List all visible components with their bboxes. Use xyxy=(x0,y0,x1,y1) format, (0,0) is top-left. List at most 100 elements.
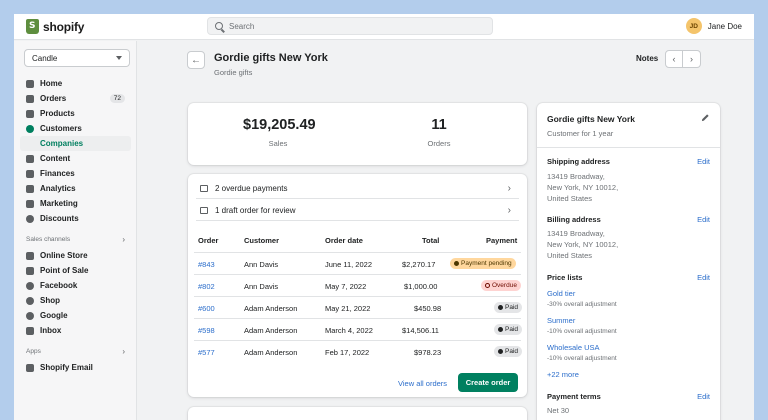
main-nav: Home Orders 72 Products Customers Compani… xyxy=(20,76,131,375)
chevron-right-icon: › xyxy=(507,183,511,194)
sidebar-item-label: Shopify Email xyxy=(40,363,93,372)
customer-name: Adam Anderson xyxy=(244,326,298,335)
sidebar-item-label: Online Store xyxy=(40,251,88,260)
table-row[interactable]: #600 Adam Anderson May 21, 2022 $450.98 … xyxy=(194,296,523,318)
more-price-lists-link[interactable]: +22 more xyxy=(547,370,579,379)
sidebar-item-companies[interactable]: Companies xyxy=(20,136,131,151)
price-list-wholesale-usa[interactable]: Wholesale USA xyxy=(547,343,600,352)
notes-button[interactable]: Notes xyxy=(636,54,658,63)
billing-address-title: Billing address xyxy=(547,215,601,224)
overdue-payments-alert[interactable]: 2 overdue payments › xyxy=(196,179,519,199)
sidebar-item-google[interactable]: Google xyxy=(20,308,131,323)
google-icon xyxy=(26,311,34,320)
sidebar-item-label: Content xyxy=(40,154,71,163)
sidebar-item-orders[interactable]: Orders 72 xyxy=(20,91,131,106)
orders-card: 2 overdue payments › 1 draft order for r… xyxy=(188,174,527,397)
sidebar-item-shop[interactable]: Shop xyxy=(20,293,131,308)
price-list-adjustment: -30% overall adjustment xyxy=(547,301,617,308)
draft-order-alert[interactable]: 1 draft order for review › xyxy=(196,201,519,221)
status-dot-icon xyxy=(485,283,490,288)
create-order-button[interactable]: Create order xyxy=(458,373,518,392)
orders-count-badge: 72 xyxy=(109,94,125,103)
sidebar-item-label: Point of Sale xyxy=(40,266,89,275)
sidebar-item-facebook[interactable]: Facebook xyxy=(20,278,131,293)
shopify-bag-icon xyxy=(26,19,39,34)
pencil-icon[interactable] xyxy=(701,113,710,122)
sidebar-item-marketing[interactable]: Marketing xyxy=(20,196,131,211)
status-dot-icon xyxy=(498,305,503,310)
sidebar: Candle Home Orders 72 Products Customers … xyxy=(14,41,137,420)
order-number-link[interactable]: #577 xyxy=(198,348,215,357)
sidebar-item-customers[interactable]: Customers xyxy=(20,121,131,136)
sidebar-item-label: Facebook xyxy=(40,281,78,290)
edit-price-lists-link[interactable]: Edit xyxy=(697,273,710,282)
sidebar-item-inbox[interactable]: Inbox xyxy=(20,323,131,338)
sidebar-item-discounts[interactable]: Discounts xyxy=(20,211,131,226)
price-list-gold-tier[interactable]: Gold tier xyxy=(547,289,575,298)
stats-card: $19,205.49 Sales 11 Orders xyxy=(188,103,527,165)
sidebar-item-label: Discounts xyxy=(40,214,79,223)
table-row[interactable]: #577 Adam Anderson Feb 17, 2022 $978.23 … xyxy=(194,340,523,362)
chevron-left-icon: ‹ xyxy=(672,54,676,64)
order-number-link[interactable]: #802 xyxy=(198,282,215,291)
shop-icon xyxy=(26,296,34,305)
sidebar-item-label: Analytics xyxy=(40,184,76,193)
status-text: Overdue xyxy=(492,282,517,289)
sidebar-item-finances[interactable]: Finances xyxy=(20,166,131,181)
order-total: $2,270.17 xyxy=(402,260,436,269)
view-all-orders-link[interactable]: View all orders xyxy=(398,379,447,388)
edit-billing-link[interactable]: Edit xyxy=(697,215,710,224)
store-selector[interactable]: Candle xyxy=(24,49,130,67)
order-number-link[interactable]: #843 xyxy=(198,260,215,269)
payment-terms-value: Net 30 xyxy=(547,406,570,415)
edit-payment-terms-link[interactable]: Edit xyxy=(697,392,710,401)
chevron-right-icon: › xyxy=(507,205,511,216)
sidebar-item-shopify-email[interactable]: Shopify Email xyxy=(20,360,131,375)
sidebar-item-label: Inbox xyxy=(40,326,62,335)
finances-icon xyxy=(26,169,34,178)
sales-channels-header[interactable]: Sales channels › xyxy=(20,230,131,248)
sidebar-item-online-store[interactable]: Online Store xyxy=(20,248,131,263)
order-number-link[interactable]: #598 xyxy=(198,326,215,335)
price-lists-title: Price lists xyxy=(547,273,583,282)
table-row[interactable]: #598 Adam Anderson March 4, 2022 $14,506… xyxy=(194,318,523,340)
chevron-right-icon: › xyxy=(690,54,693,64)
sidebar-item-point-of-sale[interactable]: Point of Sale xyxy=(20,263,131,278)
chevron-right-icon: › xyxy=(122,346,125,356)
alert-text: 1 draft order for review xyxy=(215,206,296,215)
content-icon xyxy=(26,154,34,163)
order-number-link[interactable]: #600 xyxy=(198,304,215,313)
sidebar-item-products[interactable]: Products xyxy=(20,106,131,121)
brand-name: shopify xyxy=(43,19,85,34)
table-row[interactable]: #843 Ann Davis June 11, 2022 $2,270.17 P… xyxy=(194,252,521,274)
next-button[interactable]: › xyxy=(683,50,701,68)
back-button[interactable]: ← xyxy=(187,51,205,69)
caret-down-icon xyxy=(116,56,122,60)
edit-shipping-link[interactable]: Edit xyxy=(697,157,710,166)
main-content: ← Gordie gifts New York Gordie gifts Not… xyxy=(137,41,754,420)
customer-name: Adam Anderson xyxy=(244,304,298,313)
tag-icon xyxy=(26,109,34,118)
price-list-summer[interactable]: Summer xyxy=(547,316,575,325)
sidebar-item-analytics[interactable]: Analytics xyxy=(20,181,131,196)
address-line: New York, NY 10012, xyxy=(547,183,619,192)
sales-label: Sales xyxy=(268,139,288,148)
shopify-logo[interactable]: shopify xyxy=(26,19,84,34)
orders-value: 11 xyxy=(431,117,447,133)
section-label: Sales channels xyxy=(26,235,71,243)
status-badge: Payment pending xyxy=(450,258,516,269)
sidebar-item-home[interactable]: Home xyxy=(20,76,131,91)
column-header-payment: Payment xyxy=(486,236,518,245)
column-header-order: Order xyxy=(198,236,219,245)
inbox-icon xyxy=(26,326,34,335)
apps-header[interactable]: Apps › xyxy=(20,342,131,360)
search-input[interactable]: Search xyxy=(207,17,493,35)
table-row[interactable]: #802 Ann Davis May 7, 2022 $1,000.00 Ove… xyxy=(194,274,521,296)
sidebar-item-content[interactable]: Content xyxy=(20,151,131,166)
status-dot-icon xyxy=(498,349,503,354)
user-menu[interactable]: JD Jane Doe xyxy=(685,18,742,34)
chevron-right-icon: › xyxy=(122,234,125,244)
sidebar-item-label: Shop xyxy=(40,296,60,305)
previous-button[interactable]: ‹ xyxy=(665,50,683,68)
person-icon xyxy=(26,124,34,133)
